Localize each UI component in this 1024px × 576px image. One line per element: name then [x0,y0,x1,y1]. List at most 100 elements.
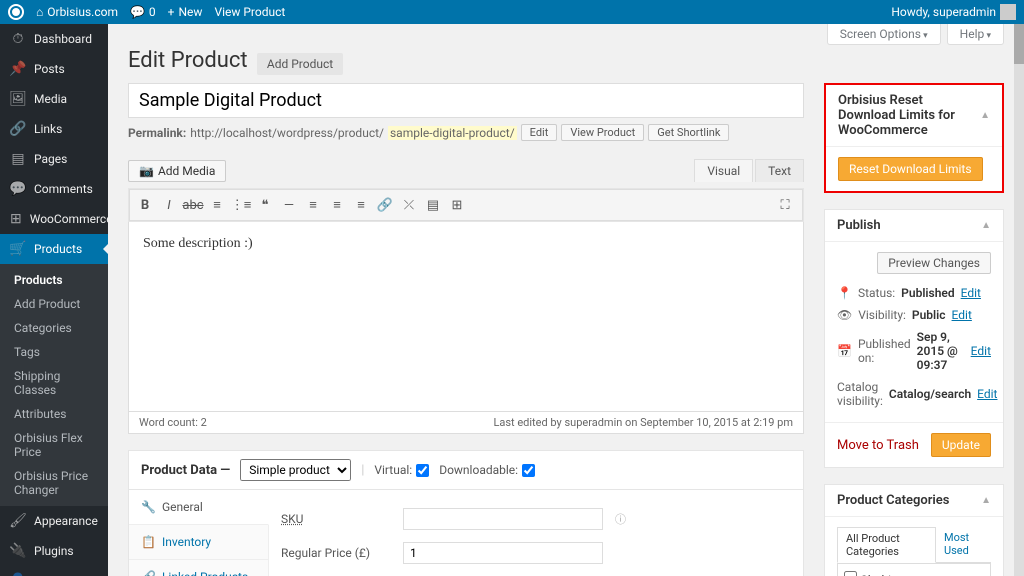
clipboard-icon: 📋 [141,535,156,549]
comments-link[interactable]: 💬0 [130,5,156,19]
page-icon: ▤ [10,151,26,167]
pd-tab-linked[interactable]: 🔗Linked Products [129,560,268,576]
help-tab[interactable]: Help [947,24,1004,45]
cat-tab-all[interactable]: All Product Categories [837,527,936,563]
products-submenu: Products Add Product Categories Tags Shi… [0,264,108,506]
preview-changes-button[interactable]: Preview Changes [877,252,991,274]
add-media-button[interactable]: 📷Add Media [128,160,226,182]
sub-add-product[interactable]: Add Product [0,292,108,316]
camera-icon: 📷 [139,164,154,178]
status-value: Published [901,286,954,300]
move-to-trash-link[interactable]: Move to Trash [837,438,919,453]
regular-price-input[interactable] [403,542,603,564]
toggle-icon[interactable]: ▲ [980,110,990,121]
permalink-base: http://localhost/wordpress/product/ [190,126,384,140]
align-center-button[interactable]: ≡ [326,194,348,216]
editor-tab-text[interactable]: Text [755,159,804,182]
screen-options-tab[interactable]: Screen Options [827,24,941,45]
menu-plugins[interactable]: 🔌Plugins [0,536,108,566]
permalink-label: Permalink: [128,126,186,140]
permalink-edit-button[interactable]: Edit [521,124,558,141]
menu-pages[interactable]: ▤Pages [0,144,108,174]
word-count: Word count: 2 [139,416,207,429]
category-list[interactable]: Clothing Hoodies T-shirts Music Albums S… [837,563,991,576]
menu-woocommerce[interactable]: ⊞WooCommerce [0,204,108,234]
cat-clothing-checkbox[interactable] [844,571,857,576]
reset-download-limits-button[interactable]: Reset Download Limits [838,157,983,181]
regular-price-label: Regular Price (£) [281,546,391,560]
admin-sidebar: ⏱Dashboard 📌Posts 🖼Media 🔗Links ▤Pages 💬… [0,24,108,576]
editor-textarea[interactable]: Some description :) [128,222,804,412]
published-edit-link[interactable]: Edit [971,344,991,358]
last-edit: Last edited by superadmin on September 1… [493,416,793,429]
toolbar-toggle-button[interactable]: ⊞ [446,194,468,216]
toggle-icon[interactable]: ▲ [981,220,991,231]
align-right-button[interactable]: ≡ [350,194,372,216]
permalink-slug: sample-digital-product/ [388,126,517,140]
cart-icon: 🛒 [10,241,26,257]
sku-input[interactable] [403,508,603,530]
woo-icon: ⊞ [10,211,22,227]
pd-tab-inventory[interactable]: 📋Inventory [129,525,268,560]
ol-button[interactable]: ⋮≡ [230,194,252,216]
categories-box: Product Categories ▲ All Product Categor… [824,484,1004,576]
unlink-button[interactable]: ⤫ [398,194,420,216]
shortlink-button[interactable]: Get Shortlink [648,124,729,141]
menu-links[interactable]: 🔗Links [0,114,108,144]
product-type-select[interactable]: Simple product [240,459,351,481]
sub-categories[interactable]: Categories [0,316,108,340]
fullscreen-button[interactable]: ⛶ [774,194,796,216]
downloadable-checkbox[interactable] [522,464,535,477]
sub-price-changer[interactable]: Orbisius Price Changer [0,464,108,502]
link-icon: 🔗 [10,121,26,137]
scrollbar[interactable] [1014,24,1024,576]
visibility-label: Visibility: [858,308,906,322]
avatar-icon [1000,4,1016,20]
menu-comments[interactable]: 💬Comments [0,174,108,204]
catalog-value: Catalog/search [889,387,971,401]
quote-button[interactable]: ❝ [254,194,276,216]
update-button[interactable]: Update [931,433,991,457]
product-title-input[interactable] [128,83,804,118]
menu-dashboard[interactable]: ⏱Dashboard [0,24,108,54]
cat-tab-used[interactable]: Most Used [936,527,991,562]
status-edit-link[interactable]: Edit [961,286,981,300]
site-home[interactable]: ⌂Orbisius.com [36,5,118,19]
menu-users[interactable]: 👤Users [0,566,108,576]
pd-tab-general[interactable]: 🔧General [129,490,269,525]
editor-tab-visual[interactable]: Visual [694,159,753,182]
catalog-edit-link[interactable]: Edit [977,387,997,401]
wp-logo[interactable] [8,4,24,20]
published-value: Sep 9, 2015 @ 09:37 [917,330,965,372]
italic-button[interactable]: I [158,194,180,216]
eye-icon: 👁 [837,308,852,322]
hr-button[interactable]: — [278,194,300,216]
view-product-button[interactable]: View Product [561,124,644,141]
sub-flex-price[interactable]: Orbisius Flex Price [0,426,108,464]
menu-media[interactable]: 🖼Media [0,84,108,114]
menu-appearance[interactable]: 🖌Appearance [0,506,108,536]
plugin-icon: 🔌 [10,543,26,559]
sub-products[interactable]: Products [0,268,108,292]
add-product-button[interactable]: Add Product [257,53,343,75]
menu-products[interactable]: 🛒Products [0,234,108,264]
sub-tags[interactable]: Tags [0,340,108,364]
permalink-row: Permalink: http://localhost/wordpress/pr… [128,124,804,141]
virtual-checkbox[interactable] [416,464,429,477]
menu-posts[interactable]: 📌Posts [0,54,108,84]
view-product-link[interactable]: View Product [214,5,285,19]
sku-help-icon[interactable]: ⓘ [615,511,626,527]
align-left-button[interactable]: ≡ [302,194,324,216]
bold-button[interactable]: B [134,194,156,216]
toggle-icon[interactable]: ▲ [981,495,991,506]
sub-shipping[interactable]: Shipping Classes [0,364,108,402]
howdy[interactable]: Howdy, superadmin [891,4,1016,20]
sub-attributes[interactable]: Attributes [0,402,108,426]
page-title: Edit Product [128,48,248,73]
link-button[interactable]: 🔗 [374,194,396,216]
visibility-edit-link[interactable]: Edit [952,308,972,322]
strike-button[interactable]: abc [182,194,204,216]
ul-button[interactable]: ≡ [206,194,228,216]
more-button[interactable]: ▤ [422,194,444,216]
new-content[interactable]: +New [168,5,203,19]
